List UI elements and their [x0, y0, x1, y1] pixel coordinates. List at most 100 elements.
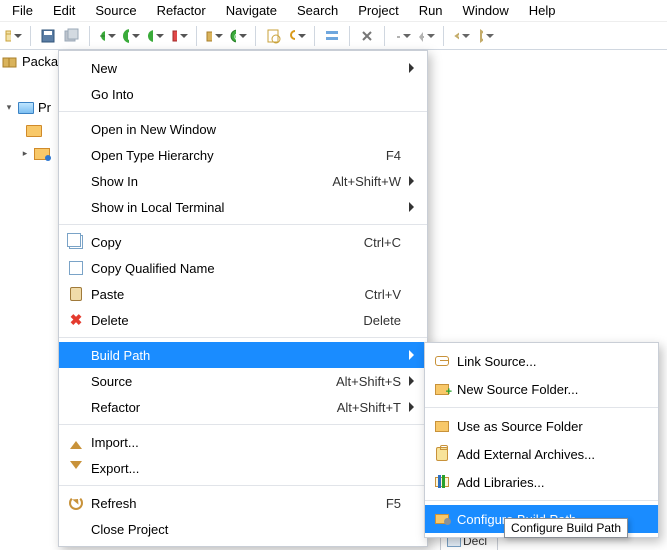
new-wizard-button[interactable]: [4, 27, 22, 45]
ctx-item-label: Refresh: [89, 496, 386, 511]
next-annotation-button[interactable]: [393, 27, 411, 45]
configure-build-path-icon: [435, 514, 449, 524]
import-icon: [70, 435, 82, 449]
menu-edit[interactable]: Edit: [43, 1, 85, 20]
ctx-item-label: Show In: [89, 174, 332, 189]
ctx-item-accel: F5: [386, 496, 415, 511]
ctx-item-show-in-local-terminal[interactable]: Show in Local Terminal: [59, 194, 427, 220]
project-context-menu: NewGo IntoOpen in New WindowOpen Type Hi…: [58, 50, 428, 547]
ctx-item-paste[interactable]: PasteCtrl+V: [59, 281, 427, 307]
coverage-button[interactable]: [146, 27, 164, 45]
ctx-item-accel: F4: [386, 148, 415, 163]
expand-toggle-icon[interactable]: ▸: [20, 148, 30, 159]
tree-project-row[interactable]: ▾ Pr: [4, 96, 61, 119]
prev-annotation-button[interactable]: [417, 27, 435, 45]
ctx-item-accel: Delete: [363, 313, 415, 328]
use-as-source-folder-icon: [435, 421, 449, 432]
libraries-icon: [435, 477, 449, 487]
ctx-item-accel: Alt+Shift+T: [337, 400, 415, 415]
sub-item-new-source-folder-[interactable]: New Source Folder...: [425, 375, 658, 403]
ctx-item-accel: Ctrl+V: [365, 287, 415, 302]
ctx-item-open-in-new-window[interactable]: Open in New Window: [59, 116, 427, 142]
ctx-item-refresh[interactable]: RefreshF5: [59, 490, 427, 516]
ctx-item-import-[interactable]: Import...: [59, 429, 427, 455]
menu-navigate[interactable]: Navigate: [216, 1, 287, 20]
package-explorer-title: Packa: [2, 54, 58, 69]
ctx-item-build-path[interactable]: Build Path: [59, 342, 427, 368]
new-package-button[interactable]: [205, 27, 223, 45]
ext-tools-button[interactable]: [170, 27, 188, 45]
tree-jre-row[interactable]: ▸ J: [4, 142, 61, 165]
package-icon: [2, 55, 18, 69]
menu-file[interactable]: File: [2, 1, 43, 20]
paste-icon: [70, 287, 82, 301]
menu-window[interactable]: Window: [453, 1, 519, 20]
nav-back-button[interactable]: [452, 27, 470, 45]
library-icon: [34, 148, 50, 160]
menu-source[interactable]: Source: [85, 1, 146, 20]
svg-text:C: C: [234, 32, 236, 42]
new-source-folder-icon: [435, 384, 449, 395]
sub-item-label: New Source Folder...: [455, 382, 646, 397]
new-class-button[interactable]: C: [229, 27, 247, 45]
ctx-item-copy[interactable]: CopyCtrl+C: [59, 229, 427, 255]
sub-item-add-external-archives-[interactable]: Add External Archives...: [425, 440, 658, 468]
menubar: File Edit Source Refactor Navigate Searc…: [0, 0, 667, 22]
ctx-item-copy-qualified-name[interactable]: Copy Qualified Name: [59, 255, 427, 281]
ctx-item-label: Go Into: [89, 87, 415, 102]
ctx-item-show-in[interactable]: Show InAlt+Shift+W: [59, 168, 427, 194]
ctx-item-source[interactable]: SourceAlt+Shift+S: [59, 368, 427, 394]
copy-qualified-icon: [69, 261, 83, 275]
menu-run[interactable]: Run: [409, 1, 453, 20]
menu-project[interactable]: Project: [348, 1, 408, 20]
ctx-item-export-[interactable]: Export...: [59, 455, 427, 481]
ctx-item-accel: Ctrl+C: [364, 235, 415, 250]
ctx-item-label: Close Project: [89, 522, 415, 537]
tooltip: Configure Build Path: [504, 518, 628, 538]
archive-icon: [436, 447, 448, 461]
expand-toggle-icon[interactable]: ▾: [4, 102, 14, 113]
search-button[interactable]: [288, 27, 306, 45]
project-folder-icon: [18, 102, 34, 114]
ctx-item-label: Show in Local Terminal: [89, 200, 415, 215]
menu-search[interactable]: Search: [287, 1, 348, 20]
ctx-item-label: Source: [89, 374, 336, 389]
ctx-item-label: Export...: [89, 461, 415, 476]
ctx-item-delete[interactable]: ✖ DeleteDelete: [59, 307, 427, 333]
delete-icon: ✖: [70, 311, 83, 329]
nav-forward-button[interactable]: [476, 27, 494, 45]
sub-item-use-as-source-folder[interactable]: Use as Source Folder: [425, 412, 658, 440]
debug-button[interactable]: [98, 27, 116, 45]
ctx-item-label: Delete: [89, 313, 363, 328]
ctx-item-label: Import...: [89, 435, 415, 450]
menu-help[interactable]: Help: [519, 1, 566, 20]
ctx-item-label: Open Type Hierarchy: [89, 148, 386, 163]
toggle-breadcrumb-button[interactable]: [323, 27, 341, 45]
menu-refactor[interactable]: Refactor: [147, 1, 216, 20]
run-button[interactable]: [122, 27, 140, 45]
ctx-item-go-into[interactable]: Go Into: [59, 81, 427, 107]
pin-button[interactable]: [358, 27, 376, 45]
ctx-item-refactor[interactable]: RefactorAlt+Shift+T: [59, 394, 427, 420]
ctx-item-open-type-hierarchy[interactable]: Open Type HierarchyF4: [59, 142, 427, 168]
sub-item-label: Add External Archives...: [455, 447, 646, 462]
save-button[interactable]: [39, 27, 57, 45]
copy-icon: [69, 235, 83, 249]
sub-item-label: Link Source...: [455, 354, 646, 369]
sub-item-label: Use as Source Folder: [455, 419, 646, 434]
sub-item-link-source-[interactable]: Link Source...: [425, 347, 658, 375]
sub-item-label: Add Libraries...: [455, 475, 646, 490]
project-label: Pr: [38, 100, 51, 115]
sub-item-add-libraries-[interactable]: Add Libraries...: [425, 468, 658, 496]
ctx-item-label: Paste: [89, 287, 365, 302]
ctx-item-label: New: [89, 61, 415, 76]
tree-src-row[interactable]: s: [4, 119, 61, 142]
src-folder-icon: [26, 125, 42, 137]
ctx-item-close-project[interactable]: Close Project: [59, 516, 427, 542]
ctx-item-accel: Alt+Shift+W: [332, 174, 415, 189]
save-all-button[interactable]: [63, 27, 81, 45]
ctx-item-new[interactable]: New: [59, 55, 427, 81]
ctx-item-label: Build Path: [89, 348, 415, 363]
project-tree: ▾ Pr s ▸ J: [4, 96, 61, 165]
open-type-button[interactable]: [264, 27, 282, 45]
